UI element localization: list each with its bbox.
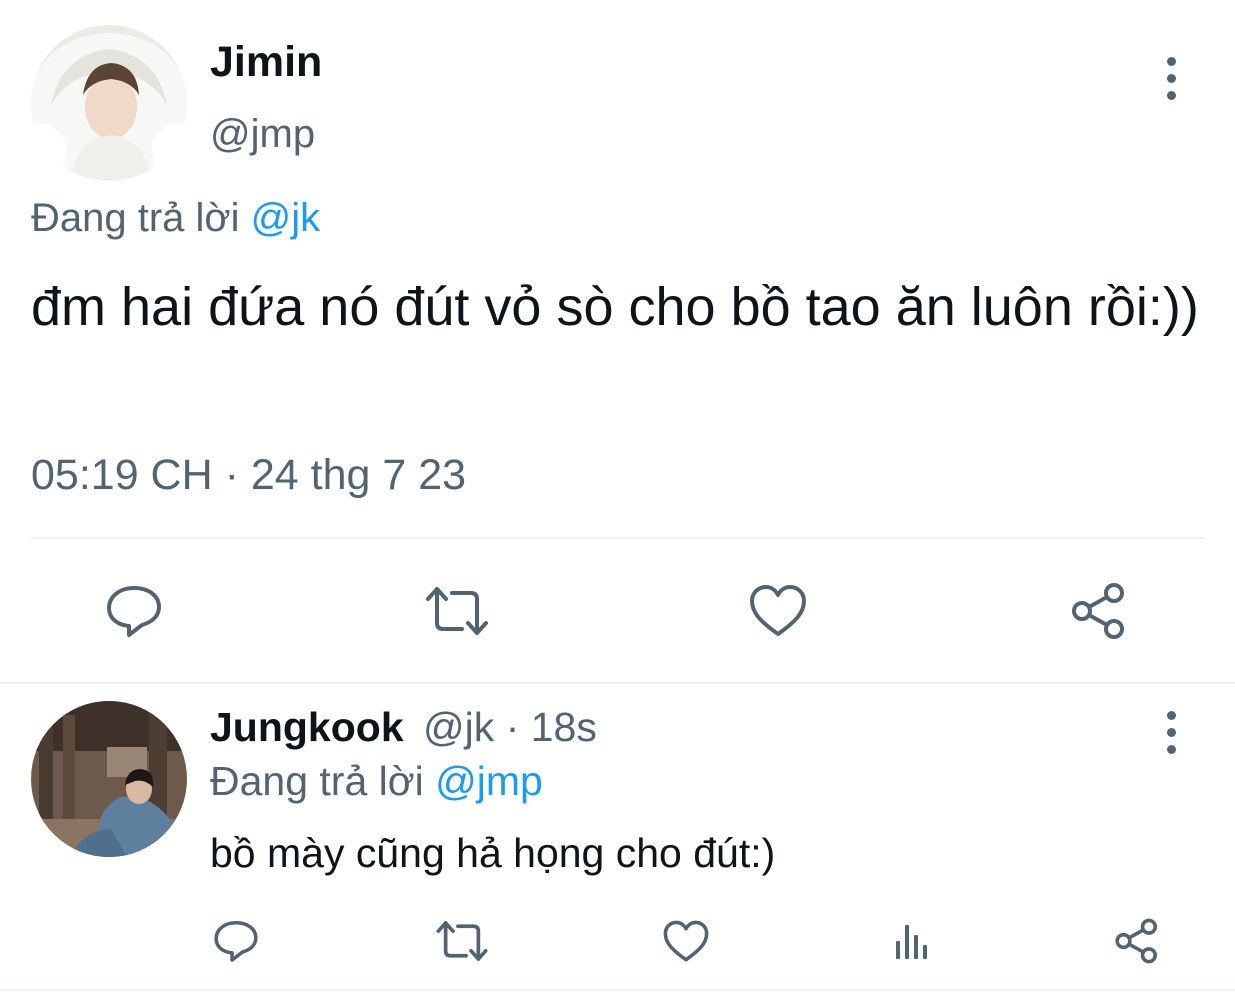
reply-context: Đang trả lời @jk (31, 196, 320, 241)
time-ago[interactable]: 18s (531, 704, 597, 750)
retweet-button[interactable] (424, 580, 490, 642)
like-button[interactable] (747, 580, 809, 642)
author-name[interactable]: Jimin (210, 38, 322, 87)
share-button[interactable] (1068, 580, 1130, 642)
analytics-button[interactable] (887, 916, 937, 966)
tweet-timestamp[interactable]: 05:19 CH · 24 thg 7 23 (31, 451, 466, 500)
tweet-text: đm hai đứa nó đút vỏ sò cho bồ tao ăn lu… (31, 277, 1199, 337)
more-options-icon[interactable] (1161, 57, 1181, 100)
reply-header: Jungkook @jk · 18s (210, 704, 597, 751)
retweet-icon (436, 921, 488, 961)
avatar[interactable] (31, 25, 187, 181)
separator-dot: · (505, 704, 520, 750)
like-button[interactable] (661, 916, 711, 966)
share-button[interactable] (1112, 916, 1162, 966)
reply-to-link[interactable]: @jk (251, 196, 321, 240)
retweet-button[interactable] (434, 916, 490, 966)
divider (0, 989, 1235, 991)
like-icon (663, 920, 709, 962)
tweet-text: bồ mày cũng hả họng cho đút:) (210, 830, 776, 876)
divider (0, 682, 1235, 684)
reply-icon (107, 586, 161, 637)
reply-button[interactable] (103, 580, 165, 642)
author-handle[interactable]: @jmp (210, 112, 315, 157)
divider (31, 537, 1204, 539)
avatar[interactable] (31, 701, 187, 857)
like-icon (750, 585, 806, 636)
reply-icon (214, 920, 258, 962)
author-name[interactable]: Jungkook (210, 704, 404, 750)
reply-context: Đang trả lời @jmp (210, 758, 543, 805)
reply-prefix: Đang trả lời (31, 196, 240, 240)
share-icon (1115, 918, 1158, 964)
analytics-icon (896, 925, 927, 959)
more-options-icon[interactable] (1161, 711, 1181, 754)
reply-to-link[interactable]: @jmp (435, 758, 543, 804)
reply-prefix: Đang trả lời (210, 758, 424, 804)
reply-button[interactable] (211, 916, 261, 966)
author-handle[interactable]: @jk (423, 704, 494, 750)
share-icon (1072, 583, 1124, 639)
retweet-icon (426, 587, 488, 635)
